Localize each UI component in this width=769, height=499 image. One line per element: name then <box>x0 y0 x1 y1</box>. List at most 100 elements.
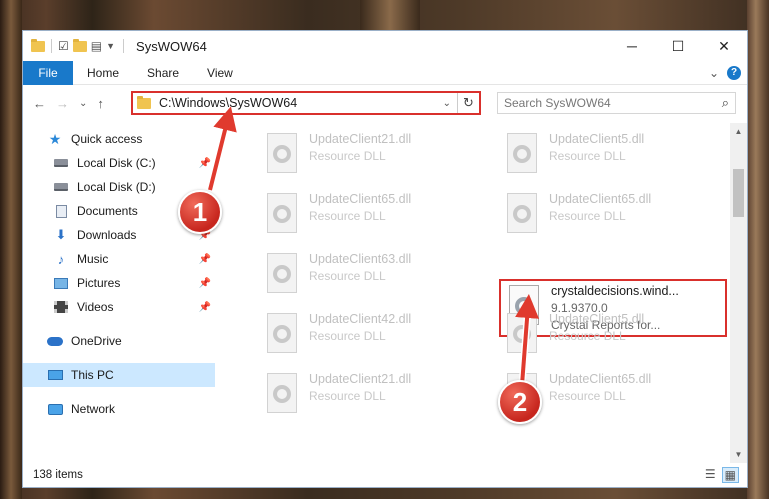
dll-file-icon <box>503 313 543 359</box>
computer-icon <box>47 370 63 380</box>
cloud-icon <box>47 336 63 346</box>
sidebar-item-label: Quick access <box>71 132 143 146</box>
file-name: UpdateClient65.dll <box>549 372 652 386</box>
file-item[interactable]: UpdateClient63.dll Resource DLL <box>257 249 487 305</box>
file-item[interactable]: UpdateClient42.dll Resource DLL <box>257 309 487 365</box>
maximize-button[interactable]: ☐ <box>655 31 701 61</box>
tab-view[interactable]: View <box>193 61 247 85</box>
file-item[interactable]: UpdateClient21.dll Resource DLL <box>257 369 487 425</box>
search-icon[interactable]: ⌕ <box>722 95 729 111</box>
explorer-window: ☑ ▤ ▼ SysWOW64 ─ ☐ ✕ File Home Share Vie… <box>22 30 748 488</box>
documents-icon <box>55 204 67 218</box>
tiles-view-icon[interactable]: ▦ <box>721 467 739 483</box>
title-divider <box>123 39 125 53</box>
pin-icon[interactable]: 📌 <box>199 302 211 313</box>
background-tree-left <box>0 0 22 499</box>
sidebar-item-label: This PC <box>71 368 114 382</box>
step-2-badge: 2 <box>498 380 542 424</box>
file-item[interactable]: UpdateClient5.dll Resource DLL <box>497 129 727 185</box>
sidebar-item-pictures[interactable]: Pictures 📌 <box>23 271 215 295</box>
file-type: Resource DLL <box>309 329 386 343</box>
pin-icon[interactable]: 📌 <box>199 254 211 265</box>
file-type: Resource DLL <box>549 149 626 163</box>
address-bar[interactable]: C:\Windows\SysWOW64 ⌄ ↻ <box>131 91 481 115</box>
ribbon-tabs: File Home Share View ⌄ ? <box>23 60 747 85</box>
file-type: Resource DLL <box>549 329 626 343</box>
file-item[interactable]: UpdateClient5.dll Resource DLL <box>497 309 727 365</box>
sidebar-item-label: Downloads <box>77 228 137 242</box>
customize-toolbar-icon[interactable]: ▤ <box>91 39 102 53</box>
address-dropdown-icon[interactable]: ⌄ <box>443 98 451 109</box>
up-arrow-icon[interactable]: ↑ <box>97 96 104 111</box>
drive-icon <box>54 159 68 167</box>
file-name: UpdateClient21.dll <box>309 132 412 146</box>
item-count: 138 items <box>33 469 83 481</box>
new-folder-icon[interactable] <box>72 38 87 52</box>
toolbar-dropdown-icon[interactable]: ▼ <box>106 41 115 51</box>
view-toggle: ☰ ▦ <box>705 467 747 483</box>
minimize-button[interactable]: ─ <box>609 31 655 61</box>
sidebar-item-label: OneDrive <box>71 334 122 348</box>
details-view-icon[interactable]: ☰ <box>705 467 716 483</box>
network-icon <box>47 403 63 415</box>
file-name: UpdateClient5.dll <box>549 312 645 326</box>
file-name: UpdateClient65.dll <box>309 192 412 206</box>
tab-share[interactable]: Share <box>133 61 193 85</box>
music-icon: ♪ <box>57 251 65 267</box>
background-tree-top <box>360 0 420 30</box>
sidebar-item-label: Music <box>77 252 109 266</box>
star-icon: ★ <box>48 130 62 147</box>
expand-ribbon-icon[interactable]: ⌄ <box>709 66 719 80</box>
file-name: UpdateClient65.dll <box>549 192 652 206</box>
download-icon: ⬇ <box>55 227 67 242</box>
pin-icon[interactable]: 📌 <box>199 158 211 169</box>
tab-file[interactable]: File <box>23 60 73 85</box>
file-item[interactable]: UpdateClient21.dll Resource DLL <box>257 129 487 185</box>
sidebar-item-onedrive[interactable]: OneDrive <box>23 329 215 353</box>
sidebar-item-music[interactable]: ♪ Music 📌 <box>23 247 215 271</box>
scroll-up-icon[interactable]: ▲ <box>730 123 747 140</box>
drive-icon <box>54 183 68 191</box>
refresh-icon[interactable]: ↻ <box>457 93 479 113</box>
folder-icon <box>137 95 151 109</box>
navigation-buttons: ← → ⌄ ↑ <box>23 96 133 111</box>
sidebar-item-label: Videos <box>77 300 114 314</box>
help-icon[interactable]: ? <box>727 65 741 80</box>
sidebar-item-videos[interactable]: Videos 📌 <box>23 295 215 319</box>
ribbon-right-controls: ⌄ ? <box>709 65 747 80</box>
toolbar-divider <box>51 39 52 53</box>
back-arrow-icon[interactable]: ← <box>33 96 46 111</box>
file-name: UpdateClient63.dll <box>309 252 412 266</box>
videos-icon <box>54 301 68 313</box>
file-item[interactable]: UpdateClient65.dll Resource DLL <box>497 189 727 245</box>
scroll-thumb[interactable] <box>733 169 744 217</box>
background-tree-right <box>747 0 769 499</box>
file-item[interactable]: UpdateClient65.dll Resource DLL <box>257 189 487 245</box>
sidebar-item-label: Pictures <box>77 276 121 290</box>
sidebar-item-label: Local Disk (C:) <box>77 156 156 170</box>
file-list: UpdateClient21.dll Resource DLL UpdateCli… <box>233 127 733 463</box>
address-path[interactable]: C:\Windows\SysWOW64 <box>159 96 297 110</box>
file-type: Resource DLL <box>309 389 386 403</box>
sidebar-item-this-pc[interactable]: This PC <box>23 363 215 387</box>
vertical-scrollbar[interactable]: ▲ ▼ <box>730 123 747 463</box>
file-type: Resource DLL <box>549 389 626 403</box>
tab-home[interactable]: Home <box>73 61 133 85</box>
scroll-down-icon[interactable]: ▼ <box>730 446 747 463</box>
pictures-icon <box>54 277 68 289</box>
recent-locations-icon[interactable]: ⌄ <box>79 98 87 109</box>
dll-file-icon <box>263 133 303 179</box>
sidebar-item-label: Local Disk (D:) <box>77 180 156 194</box>
sidebar-item-local-disk-c[interactable]: Local Disk (C:) 📌 <box>23 151 215 175</box>
sidebar-item-network[interactable]: Network <box>23 397 215 421</box>
dll-file-icon <box>263 253 303 299</box>
properties-icon[interactable]: ☑ <box>58 39 69 53</box>
forward-arrow-icon[interactable]: → <box>56 96 69 111</box>
pin-icon[interactable]: 📌 <box>199 278 211 289</box>
sidebar-item-quick-access[interactable]: ★ Quick access <box>23 127 215 151</box>
address-row: ← → ⌄ ↑ C:\Windows\SysWOW64 ⌄ ↻ Search S… <box>23 89 747 117</box>
close-button[interactable]: ✕ <box>701 31 747 61</box>
search-input[interactable]: Search SysWOW64 ⌕ <box>497 92 736 114</box>
sidebar-item-label: Network <box>71 402 116 416</box>
file-type: Resource DLL <box>549 209 626 223</box>
